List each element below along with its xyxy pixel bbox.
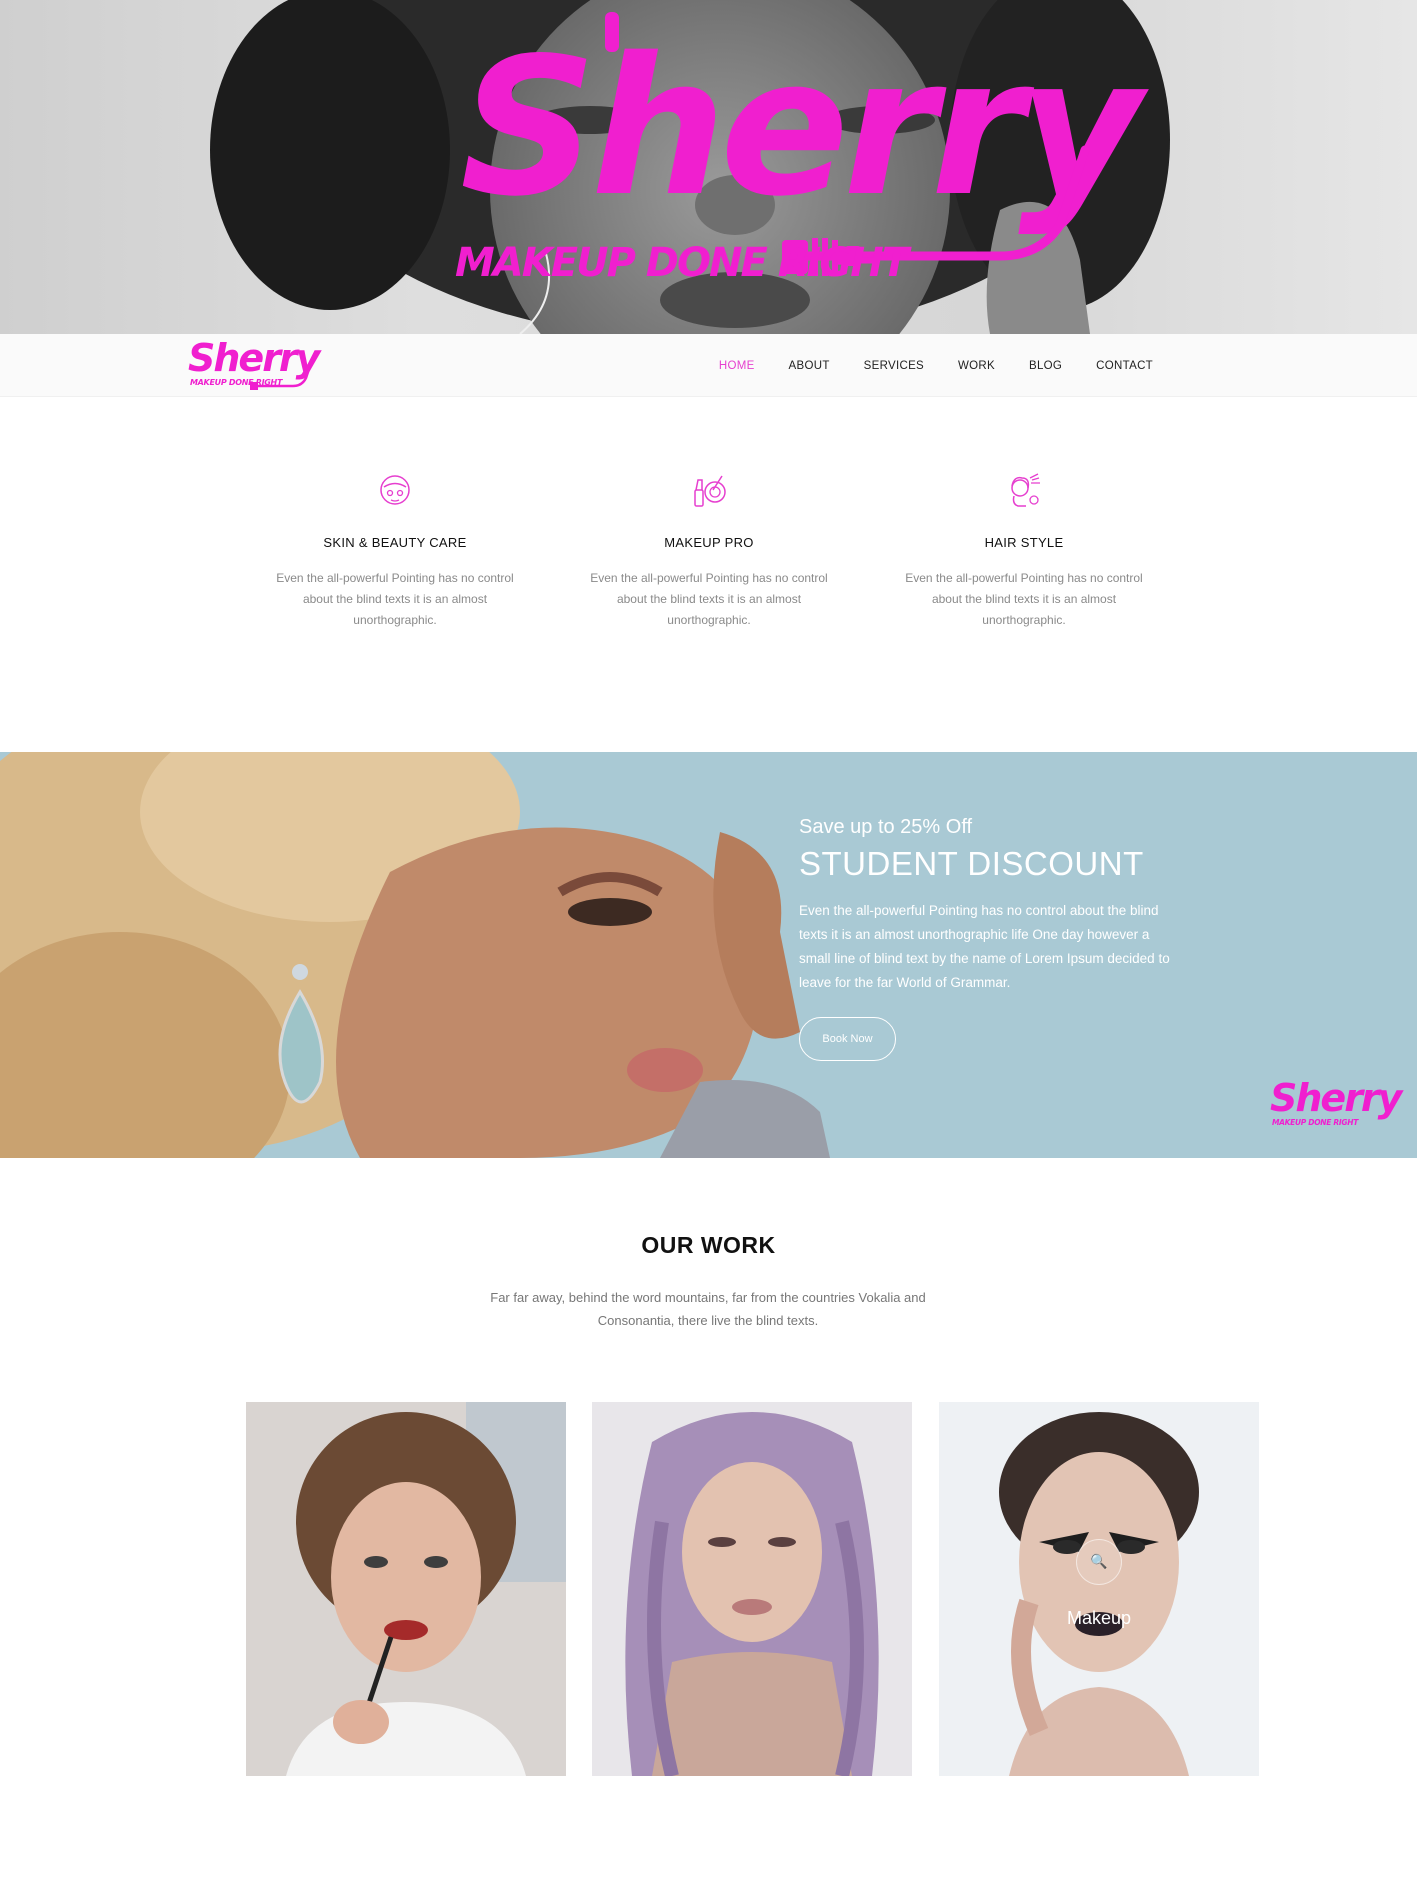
work-tile-2[interactable] — [592, 1402, 912, 1776]
search-icon: 🔍 — [1090, 1554, 1108, 1570]
service-makeup-pro: MAKEUP PRO Even the all-powerful Pointin… — [574, 470, 844, 631]
makeup-kit-icon — [694, 475, 726, 507]
nav-logo-tagline: MAKEUP DONE RIGHT — [190, 378, 283, 387]
nav-home-link[interactable]: HOME — [719, 360, 755, 372]
work-section-subtitle: Far far away, behind the word mountains,… — [490, 1290, 926, 1328]
service-title: SKIN & BEAUTY CARE — [323, 535, 467, 550]
promo-logo-tagline: MAKEUP DONE RIGHT — [1272, 1118, 1359, 1127]
promo-photo — [0, 752, 830, 1158]
hero-tagline: MAKEUP DONE RIGHT — [455, 240, 909, 286]
book-now-button[interactable]: Book Now — [799, 1017, 896, 1061]
work-tile-1[interactable] — [246, 1402, 566, 1776]
promo-logo: Sherry MAKEUP DONE RIGHT — [1270, 1076, 1402, 1140]
work-gallery: 🔍 Makeup — [246, 1402, 1259, 1776]
service-hair-style: HAIR STYLE Even the all-powerful Pointin… — [889, 470, 1159, 631]
nav-logo[interactable]: Sherry MAKEUP DONE RIGHT — [188, 336, 320, 392]
nav-about-link[interactable]: ABOUT — [789, 360, 830, 372]
work-section-title: OUR WORK — [641, 1232, 776, 1258]
service-description: Even the all-powerful Pointing has no co… — [905, 571, 1143, 627]
service-title: HAIR STYLE — [984, 535, 1064, 550]
promo-title: STUDENT DISCOUNT — [799, 845, 1144, 882]
nav-contact-link[interactable]: CONTACT — [1096, 360, 1153, 372]
services-section: SKIN & BEAUTY CARE Even the all-powerful… — [0, 470, 1417, 670]
work-tile-zoom-button[interactable]: 🔍 — [1076, 1539, 1122, 1585]
work-tile-label: Makeup — [1066, 1608, 1132, 1628]
promo-content: Save up to 25% Off STUDENT DISCOUNT Even… — [799, 816, 1179, 1061]
work-tile-hover-overlay: 🔍 Makeup — [939, 1402, 1259, 1776]
service-description: Even the all-powerful Pointing has no co… — [590, 571, 828, 627]
promo-subtitle: Save up to 25% Off — [799, 816, 973, 838]
service-description: Even the all-powerful Pointing has no co… — [276, 571, 514, 627]
nav-services-link[interactable]: SERVICES — [864, 360, 924, 372]
hair-style-icon — [1011, 473, 1040, 507]
promo-logo-wordmark: Sherry — [1270, 1076, 1402, 1120]
work-photo-lipstick — [246, 1402, 566, 1776]
main-navbar: Sherry MAKEUP DONE RIGHT HOME ABOUT SERV… — [0, 334, 1417, 397]
hero-banner: Sherry MAKEUP DONE RIGHT — [0, 0, 1417, 334]
work-photo-lavender-hair — [592, 1402, 912, 1776]
student-discount-banner: Save up to 25% Off STUDENT DISCOUNT Even… — [0, 752, 1417, 1158]
service-title: MAKEUP PRO — [664, 535, 754, 550]
face-mask-icon — [380, 475, 410, 505]
nav-menu: HOME ABOUT SERVICES WORK BLOG CONTACT — [685, 334, 1153, 397]
nav-blog-link[interactable]: BLOG — [1029, 360, 1062, 372]
work-tile-3[interactable]: 🔍 Makeup — [939, 1402, 1259, 1776]
nav-work-link[interactable]: WORK — [958, 360, 995, 372]
service-skin-beauty: SKIN & BEAUTY CARE Even the all-powerful… — [260, 470, 530, 631]
promo-text: Even the all-powerful Pointing has no co… — [799, 903, 1170, 990]
